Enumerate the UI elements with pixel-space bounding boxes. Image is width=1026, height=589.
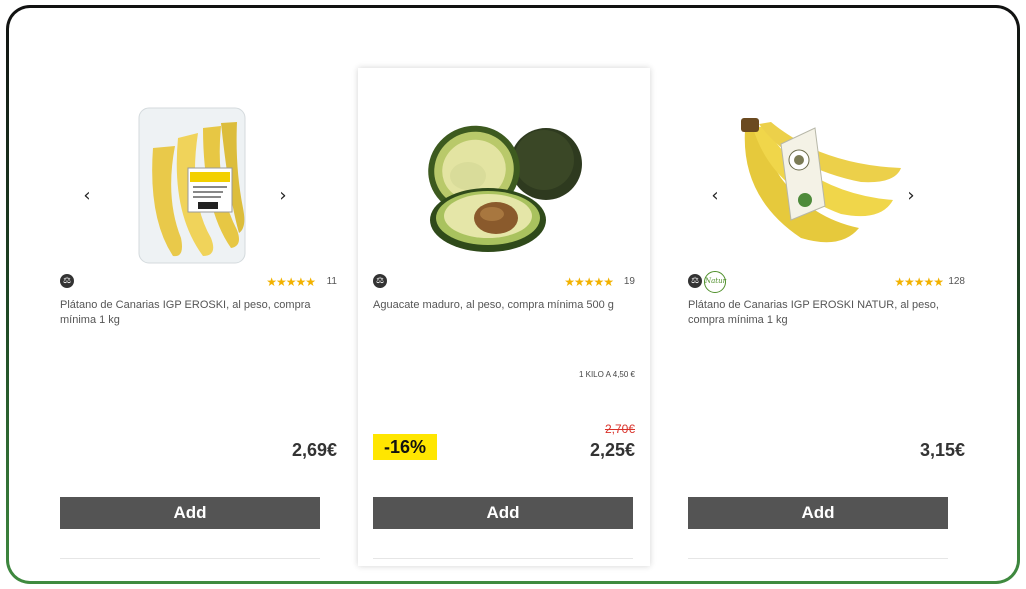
chevron-right-icon[interactable]: › bbox=[273, 186, 293, 206]
product-card: ‹ › ⚖ ★★★★★ 11 Plátano de Canarias IGP E… bbox=[53, 68, 345, 566]
product-title[interactable]: Plátano de Canarias IGP EROSKI NATUR, al… bbox=[688, 298, 948, 328]
product-grid: ‹ › ⚖ ★★★★★ 11 Plátano de Canarias IGP E… bbox=[9, 8, 1017, 581]
discount-badge: -16% bbox=[373, 434, 437, 460]
unit-price: 1 KILO A 4,50 € bbox=[578, 370, 635, 379]
product-image[interactable]: ‹ › bbox=[681, 88, 973, 278]
divider bbox=[688, 558, 948, 559]
rating-row: ⚖ ★★★★★ 11 bbox=[60, 271, 337, 293]
rating-count: 128 bbox=[948, 276, 965, 287]
product-title[interactable]: Aguacate maduro, al peso, compra mínima … bbox=[373, 298, 633, 313]
rating-row: ⚖ ★★★★★ 19 bbox=[373, 271, 635, 293]
rating-row: ⚖ Natur ★★★★★ 128 bbox=[688, 271, 965, 293]
rating-count: 19 bbox=[623, 276, 635, 287]
add-button[interactable]: Add bbox=[688, 497, 948, 529]
banana-bag-image bbox=[138, 107, 246, 264]
product-image[interactable] bbox=[358, 88, 650, 278]
chevron-right-icon[interactable]: › bbox=[901, 186, 921, 206]
add-button[interactable]: Add bbox=[373, 497, 633, 529]
rating-stars: ★★★★★ bbox=[266, 275, 316, 289]
scale-icon: ⚖ bbox=[373, 274, 387, 288]
price: 3,15€ bbox=[919, 440, 965, 460]
natur-badge: Natur bbox=[704, 271, 726, 293]
product-image[interactable]: ‹ › bbox=[53, 88, 345, 278]
rating-stars: ★★★★★ bbox=[564, 275, 614, 289]
price: 2,25€ bbox=[589, 440, 635, 460]
divider bbox=[60, 558, 320, 559]
avocado-image bbox=[428, 125, 582, 252]
chevron-left-icon[interactable]: ‹ bbox=[77, 186, 97, 206]
banana-bunch-image bbox=[741, 118, 901, 243]
divider bbox=[373, 558, 633, 559]
product-card: ‹ › ⚖ Natur ★★★★★ 128 Plátano de Canaria… bbox=[681, 68, 973, 566]
product-title[interactable]: Plátano de Canarias IGP EROSKI, al peso,… bbox=[60, 298, 320, 328]
scale-icon: ⚖ bbox=[60, 274, 74, 288]
product-card: ⚖ ★★★★★ 19 Aguacate maduro, al peso, com… bbox=[358, 68, 650, 566]
add-button[interactable]: Add bbox=[60, 497, 320, 529]
scale-icon: ⚖ bbox=[688, 274, 702, 288]
window-frame: ‹ › ⚖ ★★★★★ 11 Plátano de Canarias IGP E… bbox=[6, 5, 1020, 584]
rating-count: 11 bbox=[326, 276, 337, 287]
rating-stars: ★★★★★ bbox=[894, 275, 944, 289]
old-price: 2,70€ bbox=[604, 422, 635, 436]
price: 2,69€ bbox=[291, 440, 337, 460]
chevron-left-icon[interactable]: ‹ bbox=[705, 186, 725, 206]
